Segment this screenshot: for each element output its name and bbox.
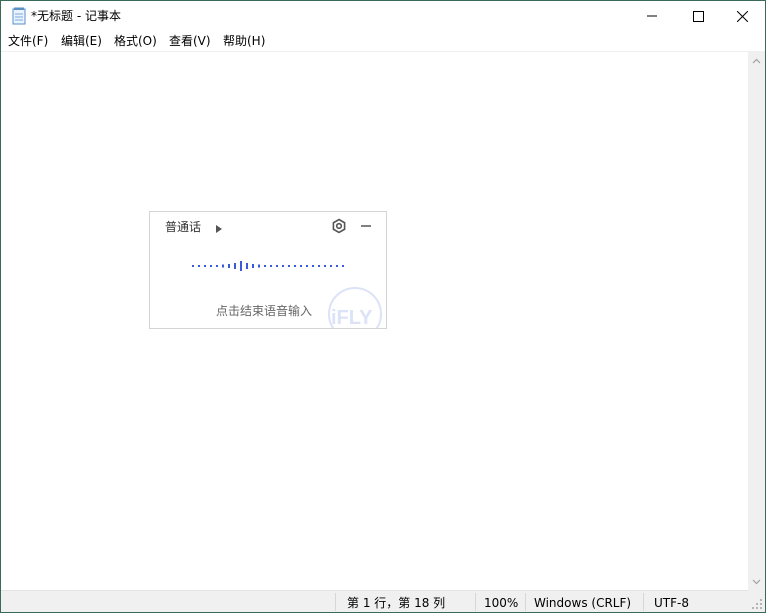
- zoom-level: 100%: [484, 596, 519, 610]
- title-bar[interactable]: *无标题 - 记事本: [1, 1, 765, 31]
- status-divider: [335, 593, 336, 611]
- triangle-right-icon[interactable]: [216, 222, 222, 236]
- size-grip[interactable]: [748, 590, 765, 612]
- notepad-icon: [11, 7, 27, 25]
- voice-input-panel[interactable]: 普通话 点击结束语音输入 iFLY: [149, 211, 387, 329]
- scroll-up-icon[interactable]: [748, 52, 765, 69]
- cursor-position: 第 1 行，第 18 列: [347, 596, 446, 610]
- status-divider: [475, 593, 476, 611]
- close-icon: [736, 10, 748, 22]
- language-selector[interactable]: 普通话: [165, 219, 201, 235]
- gear-icon[interactable]: [331, 218, 347, 234]
- vertical-scrollbar[interactable]: [748, 52, 765, 590]
- menu-format[interactable]: 格式(O): [114, 33, 157, 49]
- menu-view[interactable]: 查看(V): [169, 33, 211, 49]
- scroll-down-icon[interactable]: [748, 573, 765, 590]
- maximize-button[interactable]: [675, 1, 721, 31]
- status-divider: [525, 593, 526, 611]
- minimize-icon: [647, 11, 657, 21]
- menu-bar: 文件(F) 编辑(E) 格式(O) 查看(V) 帮助(H): [1, 31, 765, 52]
- menu-edit[interactable]: 编辑(E): [61, 33, 102, 49]
- minus-icon[interactable]: [358, 218, 374, 234]
- ifly-logo-text: iFLY: [331, 307, 373, 328]
- line-ending: Windows (CRLF): [534, 596, 632, 610]
- menu-help[interactable]: 帮助(H): [223, 33, 265, 49]
- status-bar: 第 1 行，第 18 列 100% Windows (CRLF) UTF-8: [1, 590, 748, 612]
- window-title: *无标题 - 记事本: [31, 9, 121, 23]
- encoding: UTF-8: [654, 596, 689, 610]
- minimize-button[interactable]: [629, 1, 675, 31]
- audio-wave-indicator: [192, 261, 344, 271]
- close-button[interactable]: [719, 1, 765, 31]
- stop-voice-input-hint[interactable]: 点击结束语音输入: [216, 303, 312, 319]
- status-divider: [643, 593, 644, 611]
- ifly-logo: iFLY: [328, 287, 382, 328]
- notepad-window: *无标题 - 记事本 文件(F) 编辑(E) 格式(O) 查看(V) 帮助(H): [0, 0, 766, 613]
- maximize-icon: [692, 10, 704, 22]
- menu-file[interactable]: 文件(F): [8, 33, 48, 49]
